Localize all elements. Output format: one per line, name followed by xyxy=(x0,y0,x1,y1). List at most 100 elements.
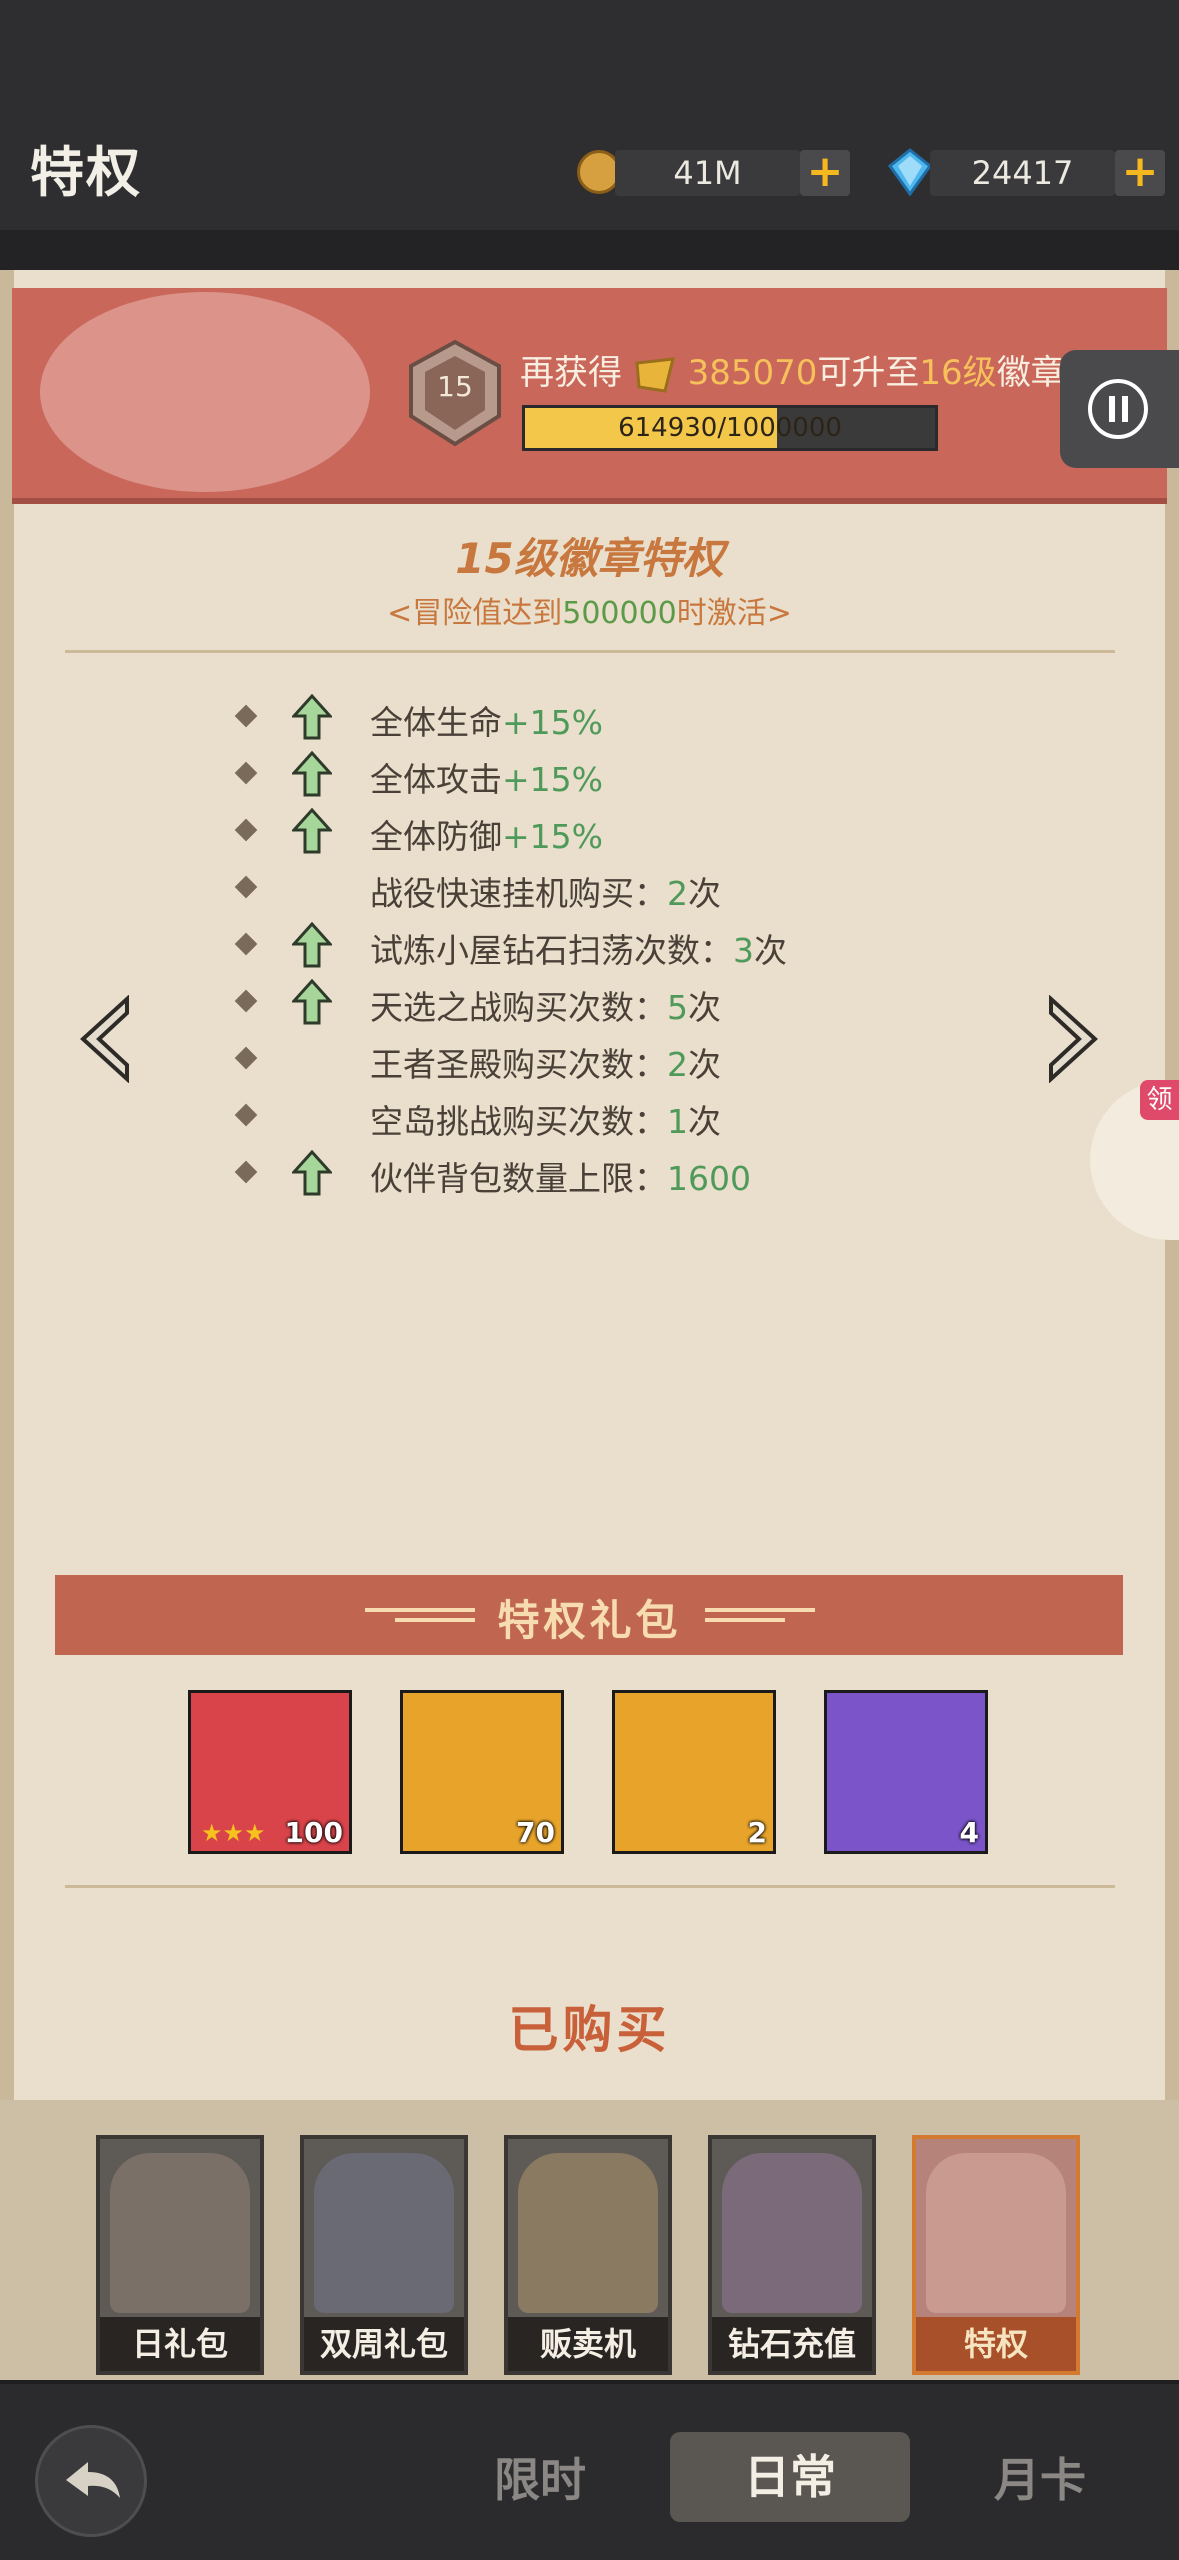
bullet-icon xyxy=(234,932,258,956)
privilege-item: 全体攻击+15% xyxy=(230,747,930,804)
progress-text: 614930/1000000 xyxy=(618,413,842,443)
hero-portrait xyxy=(110,2153,250,2313)
up-arrow-icon xyxy=(292,922,332,968)
badge-level: 15 xyxy=(437,370,473,403)
subtitle-value: 500000 xyxy=(562,596,677,631)
gift-item-ticket[interactable]: 70 xyxy=(400,1690,564,1854)
gem-value: 24417 xyxy=(971,154,1074,192)
divider-top xyxy=(65,650,1115,653)
up-arrow-icon xyxy=(292,808,332,854)
privilege-value: +15% xyxy=(502,817,603,856)
hero-label: 日礼包 xyxy=(100,2317,260,2371)
bullet-icon xyxy=(234,1160,258,1184)
tab-vending-machine[interactable]: 贩卖机 xyxy=(504,2135,672,2375)
up-arrow-icon xyxy=(292,979,332,1025)
privilege-text: 全体生命 xyxy=(370,703,502,742)
hero-label: 贩卖机 xyxy=(508,2317,668,2371)
privilege-label: 战役快速挂机购买：2次 xyxy=(370,867,721,915)
subtitle-post: 时激活> xyxy=(676,596,792,631)
page-title: 特权 xyxy=(30,141,142,204)
privilege-text: 空岛挑战购买次数： xyxy=(370,1102,667,1141)
privilege-suffix: 次 xyxy=(688,1102,721,1141)
gift-item-puzzle[interactable]: ★★★ 100 xyxy=(188,1690,352,1854)
gift-item-purple-chest[interactable]: 4 xyxy=(824,1690,988,1854)
upgrade-amount: 385070 xyxy=(687,353,818,393)
hero-portrait xyxy=(40,292,370,492)
privilege-text: 天选之战购买次数： xyxy=(370,988,667,1027)
medal-icon xyxy=(635,356,675,393)
item-count: 4 xyxy=(959,1816,979,1849)
back-button[interactable] xyxy=(35,2425,147,2537)
upgrade-hint: 再获得 385070可升至16级徽章 xyxy=(520,345,1065,394)
item-count: 100 xyxy=(284,1816,343,1849)
divider-bottom xyxy=(65,1885,1115,1888)
privilege-label: 全体防御+15% xyxy=(370,810,603,858)
pause-button[interactable] xyxy=(1060,350,1179,468)
bullet-icon xyxy=(234,989,258,1013)
privilege-label: 空岛挑战购买次数：1次 xyxy=(370,1095,721,1143)
privilege-suffix: 次 xyxy=(688,988,721,1027)
add-gems-button[interactable]: + xyxy=(1115,150,1165,196)
bullet-icon xyxy=(234,818,258,842)
privilege-suffix: 次 xyxy=(688,1045,721,1084)
privilege-title: 15级徽章特权 xyxy=(455,534,724,583)
privilege-label: 伙伴背包数量上限：1600 xyxy=(370,1152,751,1200)
upgrade-suffix: 徽章 xyxy=(996,353,1065,393)
tab-limited[interactable]: 限时 xyxy=(460,2440,620,2520)
item-count: 70 xyxy=(516,1816,555,1849)
hero-label: 钻石充值 xyxy=(712,2317,872,2371)
upgrade-target: 16级 xyxy=(919,353,997,393)
hero-label: 特权 xyxy=(916,2317,1076,2371)
privilege-value: 2 xyxy=(667,874,688,913)
up-arrow-icon xyxy=(292,1150,332,1196)
back-arrow-icon xyxy=(66,2462,120,2498)
privilege-list: 全体生命+15% 全体攻击+15% 全体防御+15% 战役快速挂机购买：2次 试炼小屋钻… xyxy=(230,690,930,1203)
bullet-icon xyxy=(234,761,258,785)
privilege-value: 5 xyxy=(667,988,688,1027)
tab-daily-pack[interactable]: 日礼包 xyxy=(96,2135,264,2375)
privilege-value: +15% xyxy=(502,703,603,742)
privilege-item: 王者圣殿购买次数：2次 xyxy=(230,1032,930,1089)
tab-biweekly-pack[interactable]: 双周礼包 xyxy=(300,2135,468,2375)
privilege-text: 试炼小屋钻石扫荡次数： xyxy=(370,931,733,970)
up-arrow-icon xyxy=(292,751,332,797)
privilege-text: 全体防御 xyxy=(370,817,502,856)
privilege-item: 试炼小屋钻石扫荡次数：3次 xyxy=(230,918,930,975)
privilege-text: 全体攻击 xyxy=(370,760,502,799)
item-count: 2 xyxy=(747,1816,767,1849)
privilege-text: 伙伴背包数量上限： xyxy=(370,1159,667,1198)
privilege-value: 1600 xyxy=(667,1159,751,1198)
privilege-subtitle: <冒险值达到500000时激活> xyxy=(0,588,1179,632)
privilege-value: 2 xyxy=(667,1045,688,1084)
tab-daily[interactable]: 日常 xyxy=(670,2432,910,2522)
coin-value: 41M xyxy=(673,154,742,192)
top-bar-shade xyxy=(0,230,1179,270)
purchased-status: 已购买 xyxy=(508,2001,671,2059)
gem-icon xyxy=(887,148,933,196)
hero-portrait xyxy=(722,2153,862,2313)
coin-counter: 41M xyxy=(615,150,800,196)
item-stars: ★★★ xyxy=(201,1819,266,1847)
tab-privilege[interactable]: 特权 xyxy=(912,2135,1080,2375)
gift-title: 特权礼包 xyxy=(497,1596,682,1645)
privilege-suffix: 次 xyxy=(754,931,787,970)
hero-portrait xyxy=(518,2153,658,2313)
privilege-item: 天选之战购买次数：5次 xyxy=(230,975,930,1032)
privilege-value: 3 xyxy=(733,931,754,970)
privilege-label: 天选之战购买次数：5次 xyxy=(370,981,721,1029)
upgrade-mid: 可升至 xyxy=(817,353,920,393)
gift-item-gold-chest[interactable]: 2 xyxy=(612,1690,776,1854)
prev-arrow-icon[interactable] xyxy=(75,995,135,1083)
side-reward-label[interactable]: 领 xyxy=(1140,1080,1179,1120)
privilege-item: 空岛挑战购买次数：1次 xyxy=(230,1089,930,1146)
privilege-value: 1 xyxy=(667,1102,688,1141)
next-arrow-icon[interactable] xyxy=(1043,995,1103,1083)
add-coins-button[interactable]: + xyxy=(800,150,850,196)
bullet-icon xyxy=(234,1046,258,1070)
panel-border-right xyxy=(1165,270,1179,2380)
tab-monthly-card[interactable]: 月卡 xyxy=(960,2440,1120,2520)
bullet-icon xyxy=(234,704,258,728)
privilege-text: 战役快速挂机购买： xyxy=(370,874,667,913)
main-panel xyxy=(0,270,1179,2380)
tab-diamond-topup[interactable]: 钻石充值 xyxy=(708,2135,876,2375)
